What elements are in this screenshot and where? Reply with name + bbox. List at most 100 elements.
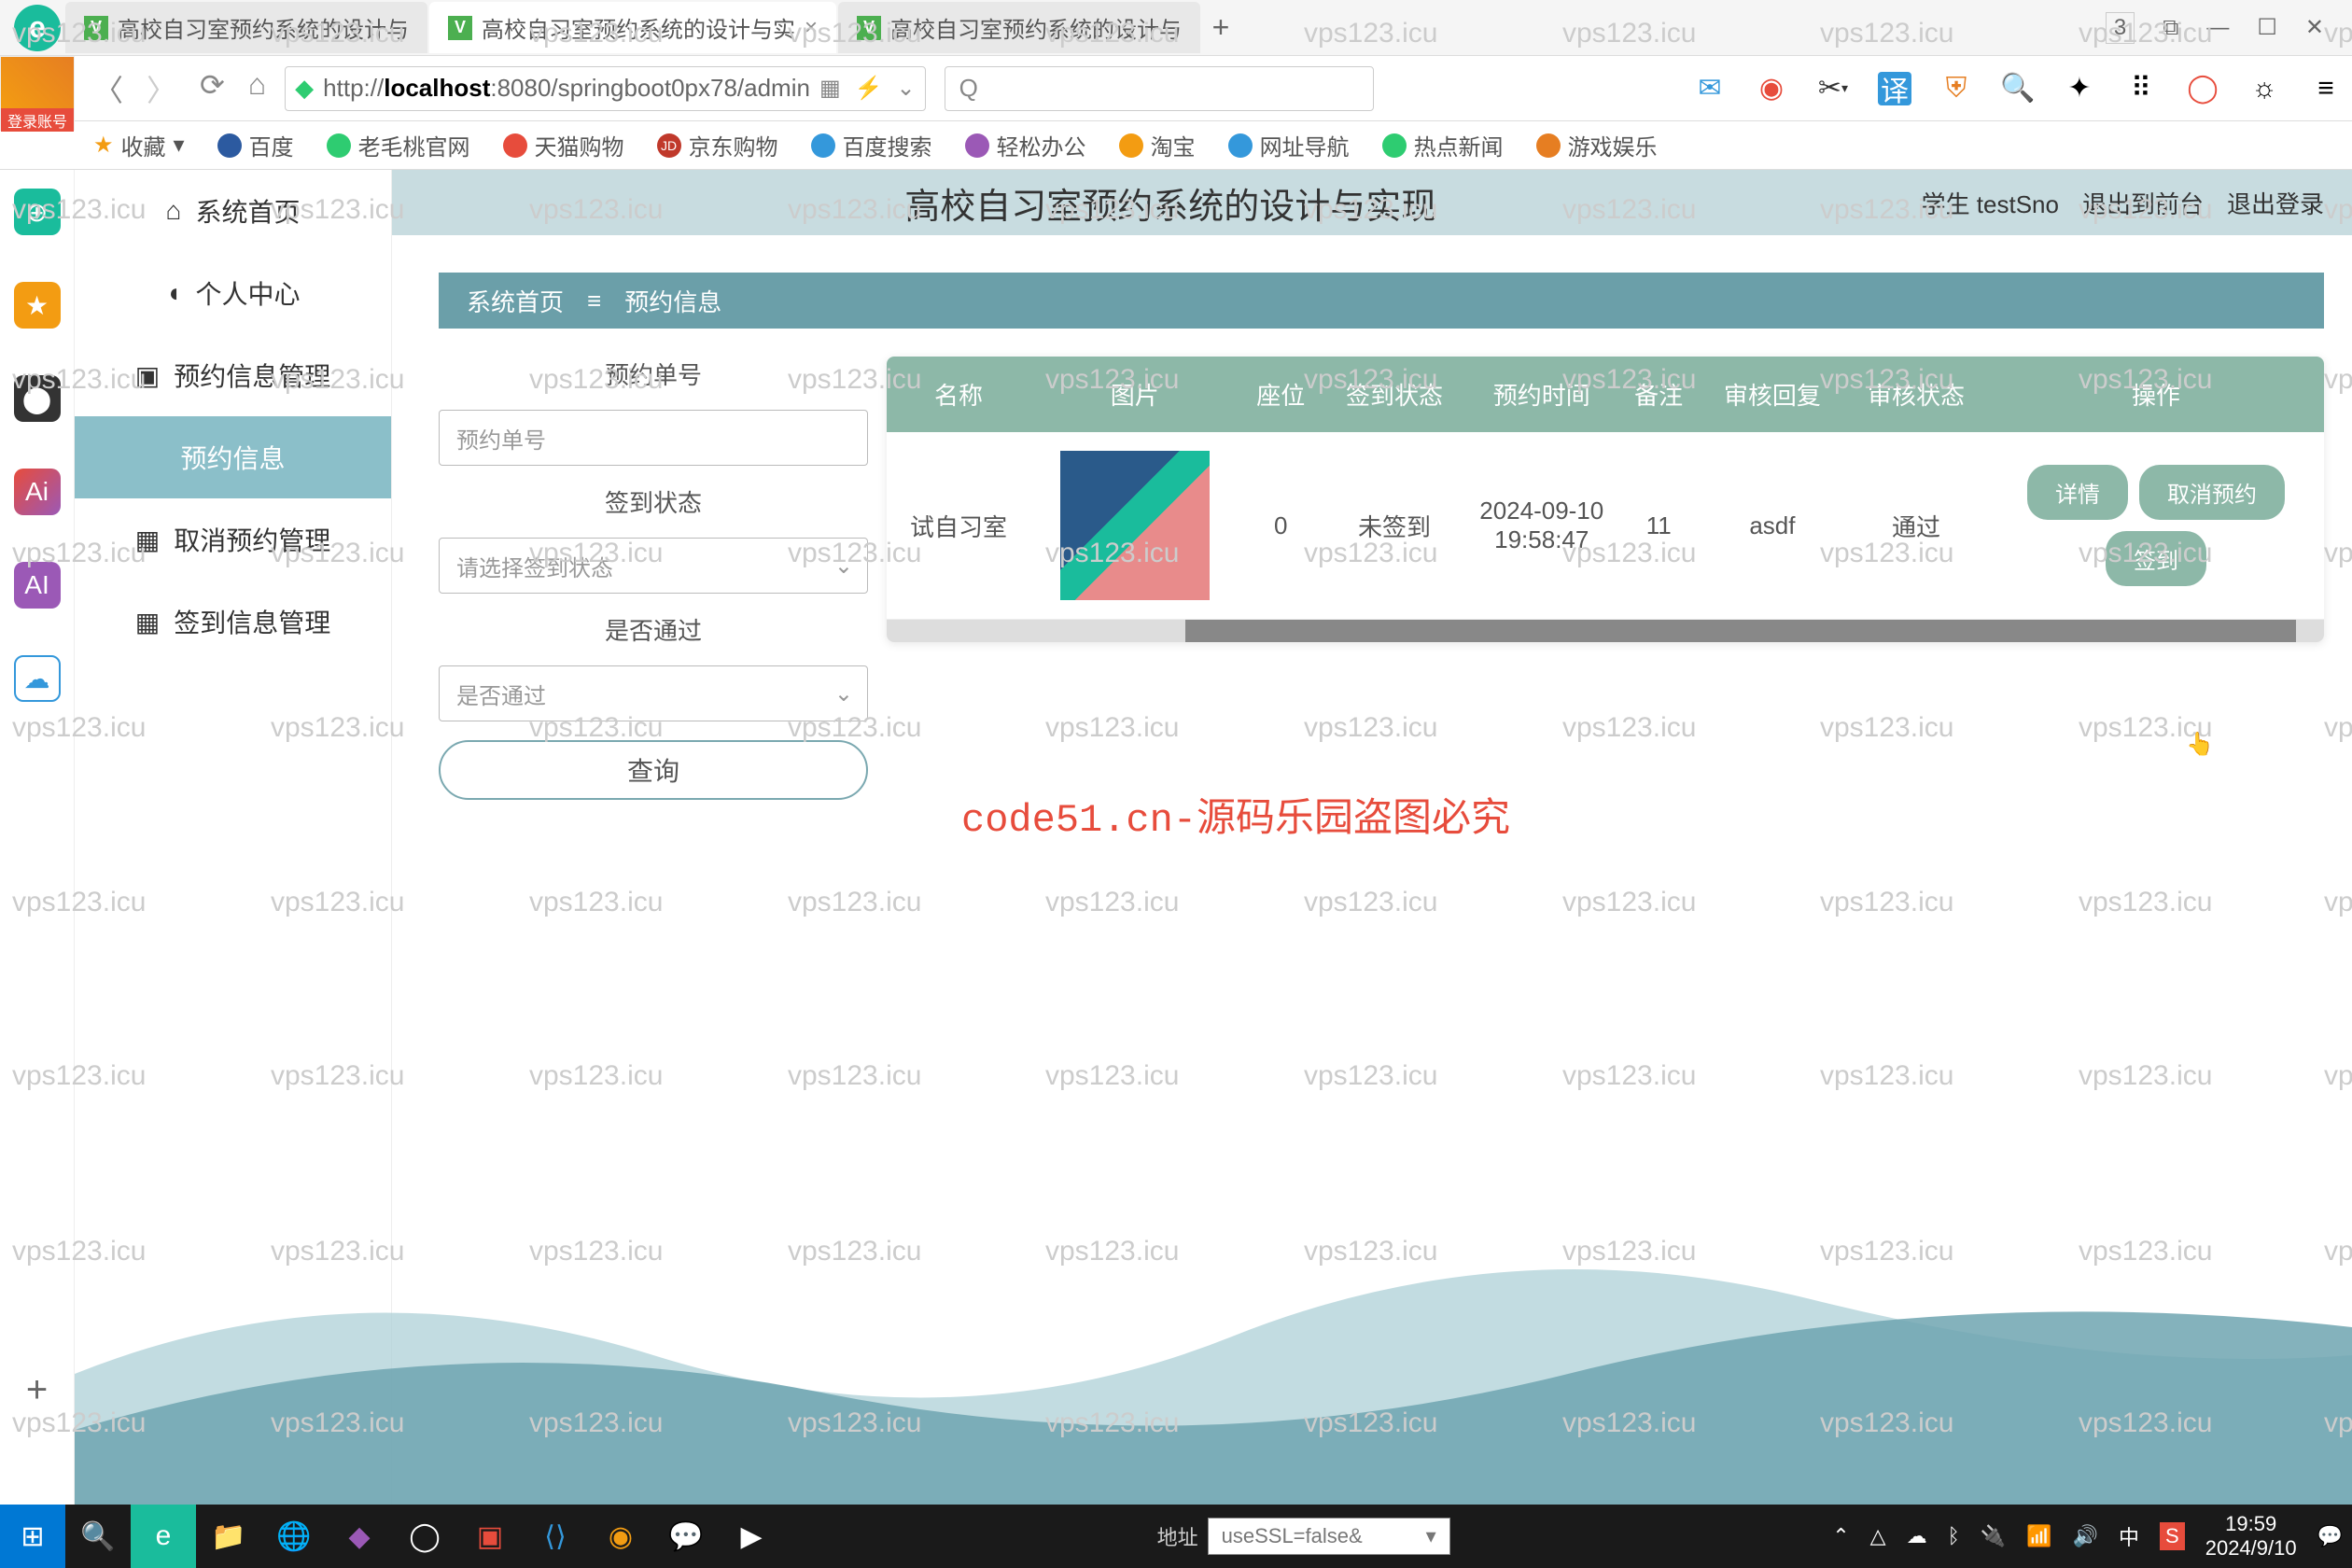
sidebar-item-home[interactable]: ⌂系统首页 [75,170,391,252]
forward-icon[interactable]: 〉 [147,67,176,110]
taskbar-app-icon[interactable]: ▣ [457,1505,523,1568]
search-input[interactable]: Q [945,66,1374,111]
bookmark-baidu[interactable]: 百度 [217,129,294,161]
minimize-icon[interactable]: — [2206,15,2229,41]
adblock-icon[interactable]: ⛨ [1939,72,1973,105]
browser-tab[interactable]: V高校自习室预约系统的设计与 [838,2,1200,53]
restore-icon[interactable]: ⧉ [2163,15,2178,41]
tray-collapse-icon[interactable]: ⌃ [1832,1524,1849,1548]
tray-volume-icon[interactable]: 🔊 [2073,1524,2098,1548]
scrollbar-thumb[interactable] [1185,620,2296,642]
signin-button[interactable]: 签到 [2106,531,2206,586]
taskbar-app-icon[interactable]: ◉ [588,1505,653,1568]
new-tab-button[interactable]: + [1202,9,1239,47]
tray-icon[interactable]: △ [1870,1524,1886,1548]
bookmark-jd[interactable]: JD京东购物 [657,129,778,161]
bookmark-nav[interactable]: 网址导航 [1228,129,1350,161]
menu-icon[interactable]: ≡ [2309,72,2343,105]
tray-ime-icon[interactable]: 中 [2119,1521,2139,1551]
taskbar-explorer-icon[interactable]: 📁 [196,1505,261,1568]
tray-bluetooth-icon[interactable]: ᛒ [1948,1524,1960,1548]
bookmark-game[interactable]: 游戏娱乐 [1536,129,1658,161]
taskbar-app-icon[interactable]: e [131,1505,196,1568]
vue-icon: V [84,16,108,40]
bookmark-tmall[interactable]: 天猫购物 [503,129,624,161]
close-icon[interactable]: ✕ [2305,14,2324,41]
toolbar-icons: ✉ ◉ ✂▾ 译 ⛨ 🔍 ✦ ⠿ ◯ ☼ ≡ [1693,72,2343,105]
start-button[interactable]: ⊞ [0,1505,65,1568]
taskbar-search[interactable]: 🔍 [65,1505,131,1568]
browser-logo: e [9,0,65,56]
rail-app-icon[interactable]: ☁ [14,655,61,702]
login-badge[interactable]: 登录账号 [0,56,75,131]
signin-status-select[interactable]: 请选择签到状态⌄ [439,538,868,594]
back-icon[interactable]: 〈 [93,67,123,110]
taskbar-vscode-icon[interactable]: ⟨⟩ [523,1505,588,1568]
bookmark-favorites[interactable]: ★收藏▾ [93,129,185,161]
weibo-icon[interactable]: ◉ [1755,72,1788,105]
translate-icon[interactable]: 译 [1878,72,1911,105]
rail-add-button[interactable]: + [26,1369,48,1411]
mail-icon[interactable]: ✉ [1693,72,1727,105]
apps-icon[interactable]: ⠿ [2124,72,2158,105]
maximize-icon[interactable]: ☐ [2257,14,2277,41]
taskbar-clock[interactable]: 19:592024/9/10 [2205,1512,2297,1561]
rail-app-icon[interactable]: ★ [14,282,61,329]
rail-app-icon[interactable]: ⊕ [14,189,61,235]
cancel-booking-button[interactable]: 取消预约 [2139,465,2285,520]
reload-icon[interactable]: ⟳ [200,67,225,110]
tray-onedrive-icon[interactable]: ☁ [1907,1524,1927,1548]
theme-icon[interactable]: ☼ [2247,72,2281,105]
taskbar-edge-icon[interactable]: 🌐 [261,1505,327,1568]
rail-app-icon[interactable]: AI [14,562,61,609]
address-input[interactable]: useSSL=false&▾ [1208,1518,1450,1555]
qr-icon[interactable]: ▦ [819,75,841,102]
browser-tab[interactable]: V高校自习室预约系统的设计与 [65,2,427,53]
rail-app-icon[interactable]: Ai [14,469,61,515]
bookmark-baidusearch[interactable]: 百度搜索 [811,129,932,161]
taskbar-app-icon[interactable]: ◆ [327,1505,392,1568]
tray-notifications-icon[interactable]: 💬 [2317,1524,2343,1548]
query-button[interactable]: 查询 [439,740,868,800]
url-input[interactable]: ◆ http://localhost:8080/springboot0px78/… [285,66,925,111]
extension-icon[interactable]: ✦ [2063,72,2096,105]
bookmark-taobao[interactable]: 淘宝 [1119,129,1196,161]
profile-icon[interactable]: ◯ [2186,72,2219,105]
sidebar-item-cancel-mgmt[interactable]: ▦取消预约管理 [75,498,391,581]
app-header: 高校自习室预约系统的设计与实现 学生 testSno 退出到前台 退出登录 [392,170,2352,235]
to-front-link[interactable]: 退出到前台 [2082,186,2204,220]
home-icon[interactable]: ⌂ [248,67,266,110]
sidebar-item-booking-info[interactable]: 预约信息 [75,416,391,498]
search-icon[interactable]: 🔍 [2001,72,2035,105]
order-number-input[interactable]: 预约单号 [439,410,868,466]
bookmark-lmt[interactable]: 老毛桃官网 [327,129,470,161]
taskbar-chrome-icon[interactable]: ◯ [392,1505,457,1568]
cursor-icon: 👆 [2186,731,2214,758]
th-action: 操作 [1988,357,2324,432]
horizontal-scrollbar[interactable] [887,620,2324,642]
shield-icon: ◆ [295,74,314,103]
rail-app-icon[interactable]: ⬤ [14,375,61,422]
taskbar-app-icon[interactable]: ▶ [719,1505,784,1568]
sidebar-item-profile[interactable]: ◖个人中心 [75,252,391,334]
bookmark-hotnews[interactable]: 热点新闻 [1382,129,1504,161]
logout-link[interactable]: 退出登录 [2227,186,2324,220]
breadcrumb-home[interactable]: 系统首页 [467,284,564,318]
tray-battery-icon[interactable]: 🔌 [1981,1524,2006,1548]
tray-network-icon[interactable]: 📶 [2026,1524,2051,1548]
bolt-icon[interactable]: ⚡ [855,75,883,102]
chevron-down-icon: ⌄ [834,680,853,707]
close-icon[interactable]: × [805,15,818,41]
sidebar-item-booking-mgmt[interactable]: ▣预约信息管理 [75,334,391,416]
chevron-down-icon[interactable]: ⌄ [897,75,916,102]
scissors-icon[interactable]: ✂▾ [1816,72,1850,105]
tabs-container: V高校自习室预约系统的设计与 V高校自习室预约系统的设计与实× V高校自习室预约… [65,0,2087,56]
pass-select[interactable]: 是否通过⌄ [439,665,868,721]
detail-button[interactable]: 详情 [2027,465,2128,520]
bookmark-office[interactable]: 轻松办公 [965,129,1086,161]
browser-tab[interactable]: V高校自习室预约系统的设计与实× [429,2,836,53]
tray-ime-icon[interactable]: S [2160,1522,2185,1550]
sidebar-item-signin-mgmt[interactable]: ▦签到信息管理 [75,581,391,663]
taskbar-wechat-icon[interactable]: 💬 [653,1505,719,1568]
filter-panel: 预约单号 预约单号 签到状态 请选择签到状态⌄ 是否通过 是否通过⌄ 查询 [439,357,868,800]
